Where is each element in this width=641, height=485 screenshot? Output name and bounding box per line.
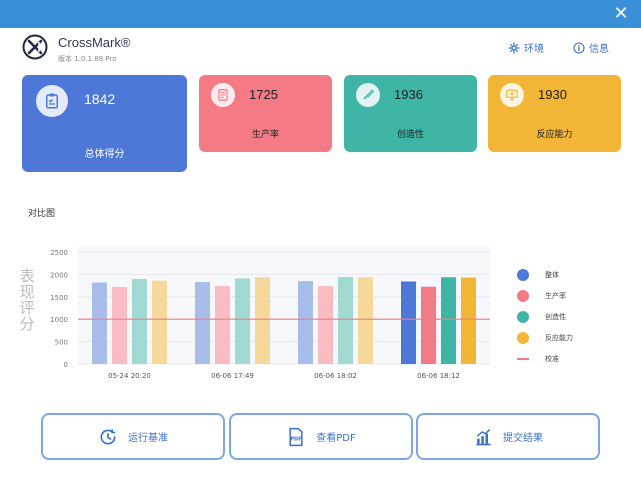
x-tick-label: 06-06 18:12 (417, 372, 460, 380)
close-button[interactable]: ✕ (611, 4, 631, 24)
x-tick-label: 06-06 18:02 (314, 372, 357, 380)
environment-label: 环境 (524, 44, 544, 55)
overall-score-card: 1842 总体得分 (22, 75, 187, 172)
clock-refresh-icon (100, 429, 116, 445)
legend-swatch (517, 268, 529, 281)
crossmark-logo (22, 34, 48, 60)
bar (152, 280, 167, 364)
x-tick-label: 05-24 20:20 (108, 372, 151, 380)
submit-results-label: 提交结果 (503, 433, 543, 444)
y-tick-label: 2500 (50, 249, 68, 257)
info-icon (573, 41, 585, 54)
responsiveness-score: 1930 (538, 87, 567, 102)
creativity-label: 创造性 (396, 130, 424, 140)
run-benchmark-label: 运行基准 (128, 433, 168, 444)
brush-icon (356, 83, 380, 107)
creativity-card: 1936 创造性 (344, 75, 477, 152)
bar (421, 286, 436, 364)
info-link[interactable]: 信息 (573, 40, 609, 55)
legend-label: 创造性 (545, 312, 566, 321)
y-tick-label: 1000 (50, 316, 68, 324)
x-tick-label: 06-06 17:49 (211, 372, 254, 380)
app-name: CrossMark® (58, 35, 131, 50)
bar (92, 282, 107, 364)
environment-link[interactable]: 环境 (508, 40, 544, 55)
responsiveness-card: 1930 反应能力 (488, 75, 621, 152)
legend-label: 反应能力 (545, 333, 573, 342)
bar (318, 286, 333, 364)
view-pdf-button[interactable]: PDF 查看PDF (229, 413, 413, 460)
legend-swatch (517, 331, 529, 344)
legend-label: 整体 (545, 270, 559, 279)
overall-score: 1842 (84, 91, 116, 107)
productivity-card: 1725 生产率 (199, 75, 332, 152)
productivity-score: 1725 (249, 87, 278, 102)
info-label: 信息 (589, 44, 609, 55)
bar (132, 278, 147, 364)
legend-swatch (517, 289, 529, 302)
y-tick-label: 2000 (50, 271, 68, 279)
bar-chart-icon (476, 428, 491, 445)
legend-label: 生产率 (545, 291, 566, 300)
legend-item: 校准 (517, 348, 627, 369)
gear-icon (508, 41, 520, 54)
bar (358, 277, 373, 364)
bar (235, 278, 250, 364)
run-benchmark-button[interactable]: 运行基准 (41, 413, 225, 460)
productivity-label: 生产率 (251, 130, 279, 140)
monitor-icon (500, 83, 524, 107)
bar (338, 277, 353, 364)
chart-legend: 整体生产率创造性反应能力校准 (517, 264, 627, 369)
legend-item: 创造性 (517, 306, 627, 327)
comparison-chart: 2500 2000 1500 1000 500 0 05-24 20:20 06-06 17:… (50, 246, 490, 380)
legend-label: 校准 (545, 354, 559, 363)
title-bar: ✕ (0, 0, 641, 28)
bar (255, 277, 270, 364)
pdf-file-icon: PDF (289, 427, 303, 446)
creativity-score: 1936 (394, 87, 423, 102)
legend-item: 生产率 (517, 285, 627, 306)
overall-label: 总体得分 (84, 149, 125, 160)
legend-swatch (517, 357, 529, 360)
legend-item: 整体 (517, 264, 627, 285)
bar (112, 286, 127, 364)
y-tick-label: 500 (55, 339, 68, 347)
bar (461, 277, 476, 364)
y-tick-label: 0 (64, 361, 68, 369)
clipboard-icon (36, 85, 68, 117)
submit-results-button[interactable]: 提交结果 (416, 413, 600, 460)
comparison-chart-title: 对比图 (28, 209, 56, 219)
y-tick-label: 1500 (50, 294, 68, 302)
view-pdf-label: 查看PDF (316, 433, 356, 444)
svg-text:PDF: PDF (291, 436, 302, 442)
bar (441, 277, 456, 364)
responsiveness-label: 反应能力 (536, 130, 573, 140)
document-icon (211, 83, 235, 107)
bar (401, 281, 416, 364)
app-version: 版本 1.0.1.88 Pro (58, 55, 117, 63)
legend-item: 反应能力 (517, 327, 627, 348)
bar (298, 281, 313, 364)
legend-swatch (517, 310, 529, 323)
bar (195, 282, 210, 364)
bar (215, 286, 230, 364)
